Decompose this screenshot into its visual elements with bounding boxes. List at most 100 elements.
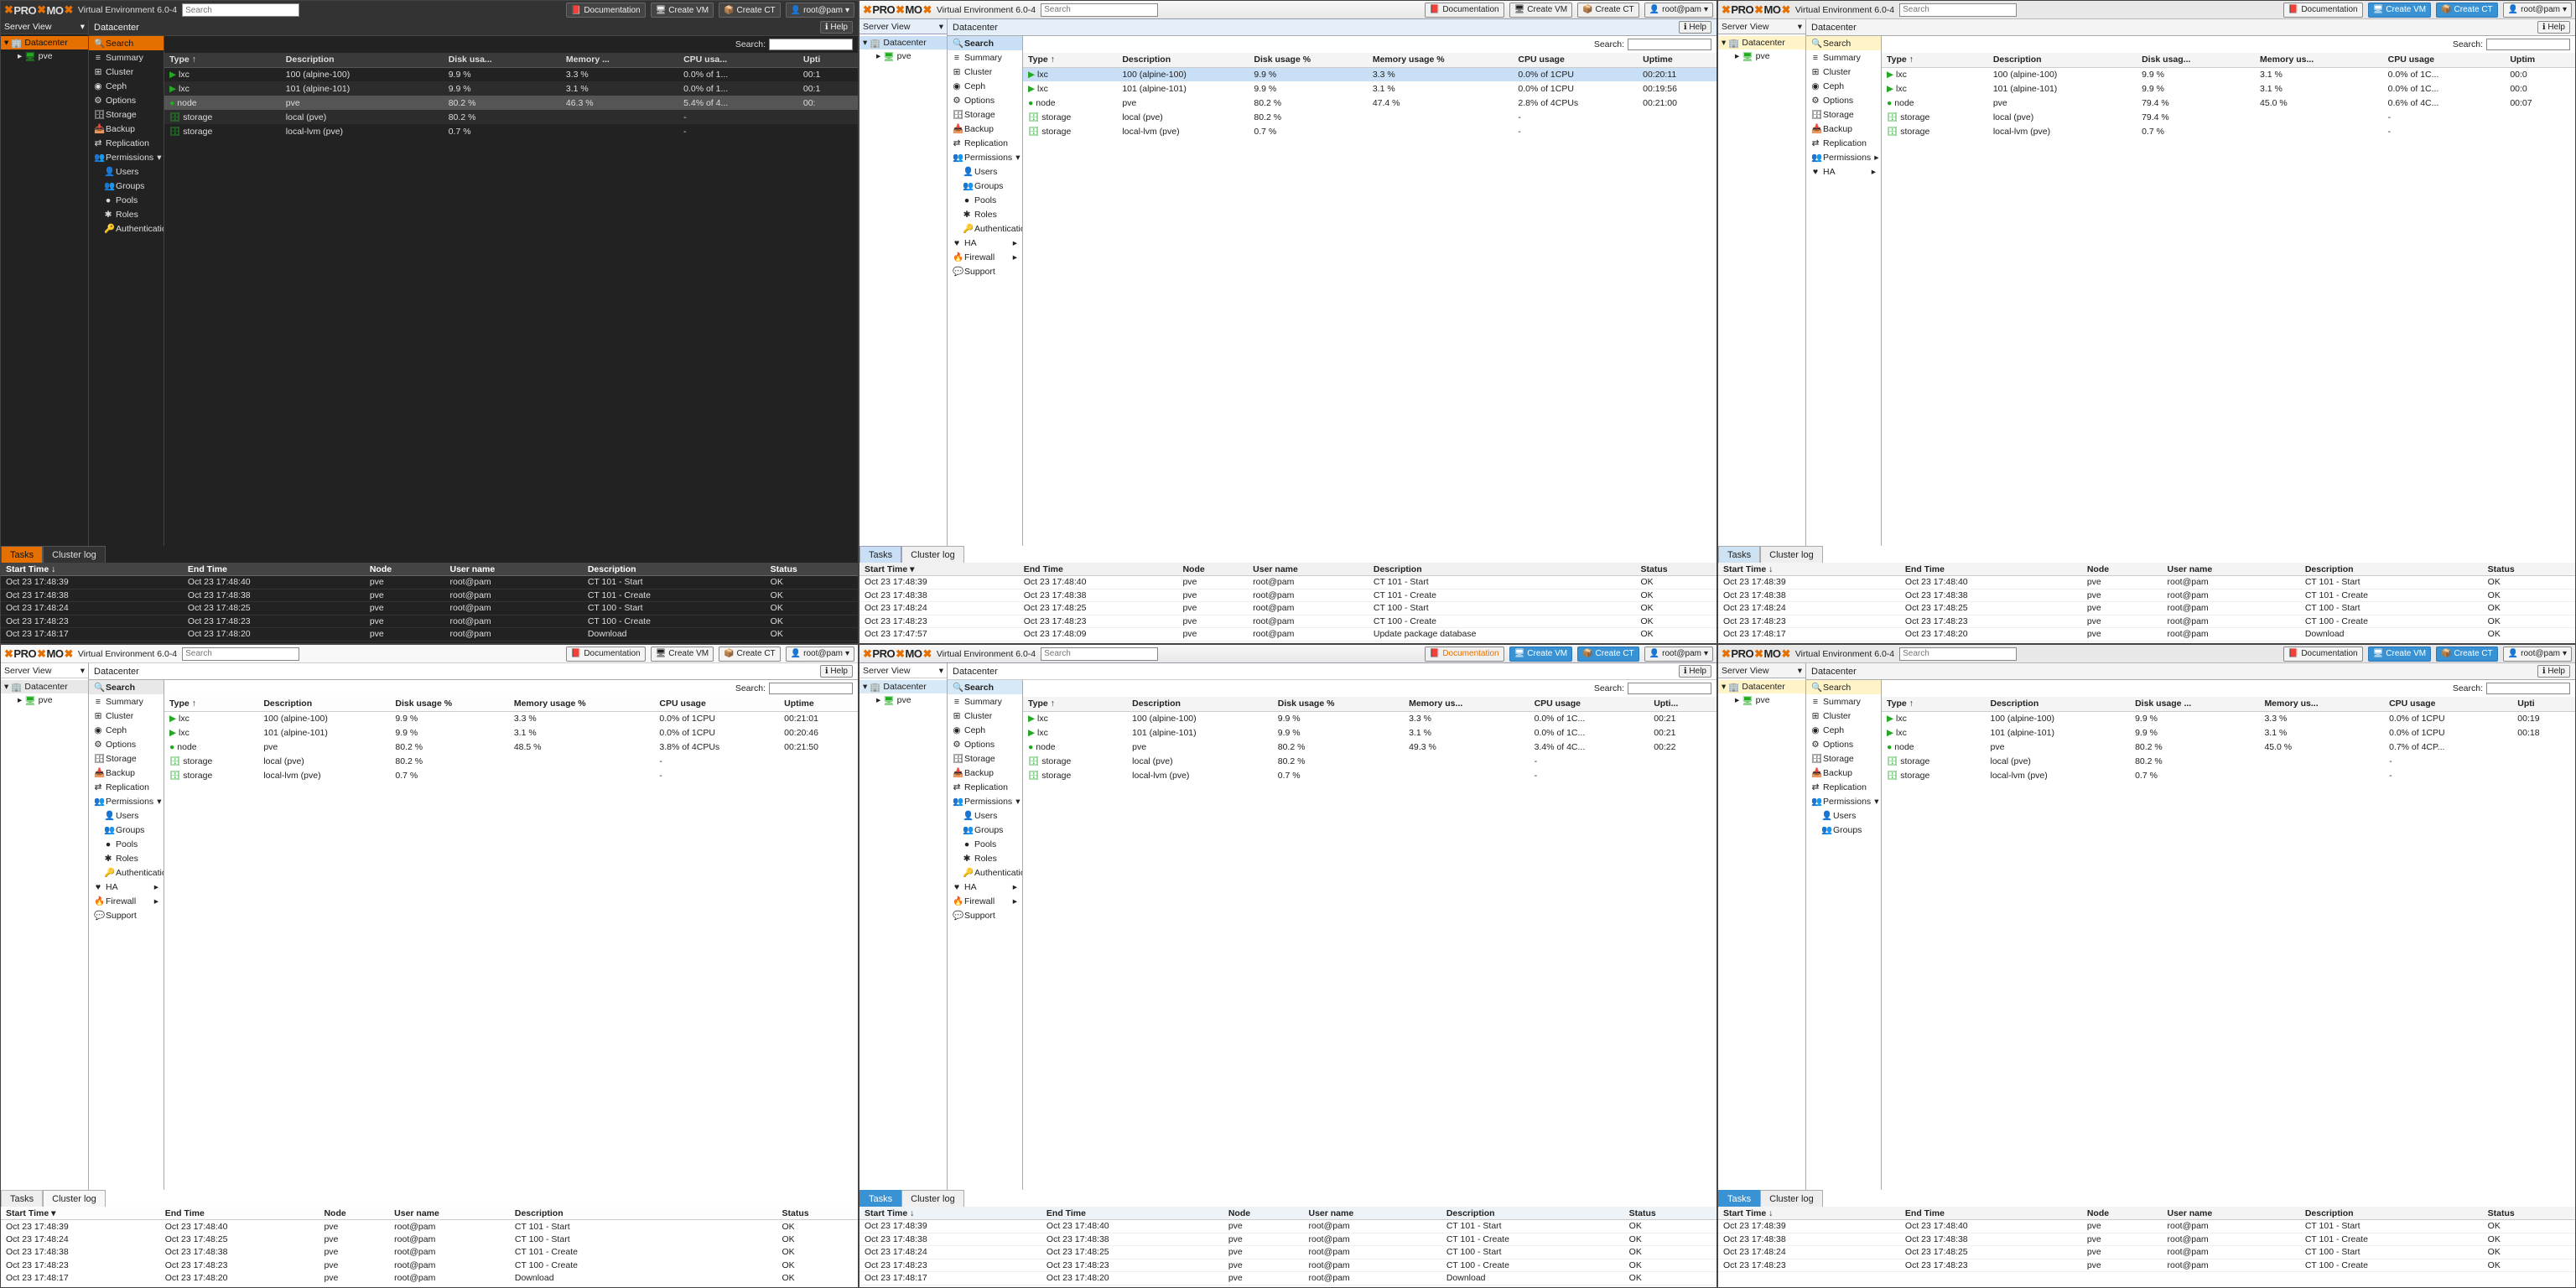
table-row[interactable]: 🗄 storagelocal-lvm (pve)0.7 %-	[164, 768, 858, 782]
tab-cluster-log[interactable]: Cluster log	[43, 546, 106, 563]
col-3[interactable]: Memory usage %	[1368, 53, 1514, 67]
menu-search[interactable]: 🔍Search	[89, 36, 164, 50]
menu-support[interactable]: 💬Support	[948, 908, 1022, 922]
menu-authentication[interactable]: 🔑Authentication	[948, 865, 1022, 880]
log-row[interactable]: Oct 23 17:48:39Oct 23 17:48:40pveroot@pa…	[1718, 1220, 2575, 1233]
menu-search[interactable]: 🔍Search	[948, 36, 1022, 50]
col-5[interactable]: Uptim	[2505, 53, 2575, 67]
create-ct-button[interactable]: 📦Create CT	[1577, 3, 1639, 18]
view-selector[interactable]: Server View▾	[860, 663, 947, 678]
log-row[interactable]: Oct 23 17:48:24Oct 23 17:48:25pveroot@pa…	[1, 602, 858, 615]
log-row[interactable]: Oct 23 17:48:23Oct 23 17:48:23pveroot@pa…	[860, 615, 1716, 628]
table-row[interactable]: ▶ lxc101 (alpine-101)9.9 %3.1 %0.0% of 1…	[1882, 81, 2575, 96]
menu-roles[interactable]: ✱Roles	[89, 851, 164, 865]
log-row[interactable]: Oct 23 17:48:39Oct 23 17:48:40pveroot@pa…	[860, 1220, 1716, 1233]
table-row[interactable]: ▶ lxc100 (alpine-100)9.9 %3.3 %0.0% of 1…	[1023, 711, 1716, 725]
tab-cluster-log[interactable]: Cluster log	[1760, 1190, 1823, 1207]
log-row[interactable]: Oct 23 17:47:57Oct 23 17:48:09pveroot@pa…	[860, 628, 1716, 641]
menu-backup[interactable]: 📥Backup	[948, 766, 1022, 780]
menu-permissions[interactable]: 👥Permissions ▾	[89, 150, 164, 164]
log-col-1[interactable]: End Time	[1041, 1207, 1223, 1220]
log-row[interactable]: Oct 23 17:48:24Oct 23 17:48:25pveroot@pa…	[1718, 1246, 2575, 1259]
menu-storage[interactable]: 🗄Storage	[948, 107, 1022, 122]
tab-tasks[interactable]: Tasks	[860, 1190, 901, 1207]
menu-storage[interactable]: 🗄Storage	[948, 751, 1022, 766]
help-button[interactable]: ℹ Help	[1679, 21, 1711, 34]
create-vm-button[interactable]: 🖥Create VM	[651, 647, 714, 662]
table-row[interactable]: 🗄 storagelocal-lvm (pve)0.7 %-	[1023, 768, 1716, 782]
menu-storage[interactable]: 🗄Storage	[89, 751, 164, 766]
tree-node-pve[interactable]: ▸🖥pve	[860, 49, 947, 63]
menu-storage[interactable]: 🗄Storage	[1806, 107, 1881, 122]
log-row[interactable]: Oct 23 17:48:17Oct 23 17:48:20pveroot@pa…	[1718, 628, 2575, 641]
col-2[interactable]: Disk usa...	[444, 53, 561, 67]
col-4[interactable]: CPU usage	[1513, 53, 1638, 67]
create-ct-button[interactable]: 📦Create CT	[2436, 647, 2498, 662]
tab-tasks[interactable]: Tasks	[1, 1190, 43, 1207]
table-row[interactable]: ▶ lxc100 (alpine-100)9.9 %3.3 %0.0% of 1…	[164, 711, 858, 725]
log-col-2[interactable]: Node	[1223, 1207, 1304, 1220]
menu-replication[interactable]: ⇄Replication	[1806, 780, 1881, 794]
table-row[interactable]: ▶ lxc101 (alpine-101)9.9 %3.1 %0.0% of 1…	[164, 725, 858, 740]
col-3[interactable]: Memory usage %	[509, 697, 655, 711]
view-selector[interactable]: Server View▾	[1718, 663, 1805, 678]
menu-ceph[interactable]: ◉Ceph	[948, 723, 1022, 737]
log-row[interactable]: Oct 23 17:48:38Oct 23 17:48:38pveroot@pa…	[860, 589, 1716, 602]
menu-search[interactable]: 🔍Search	[1806, 36, 1881, 50]
menu-authentication[interactable]: 🔑Authentication	[948, 221, 1022, 236]
log-col-4[interactable]: Description	[2300, 563, 2483, 576]
tree-node-pve[interactable]: ▸🖥pve	[860, 693, 947, 707]
menu-groups[interactable]: 👥Groups	[89, 823, 164, 837]
log-col-2[interactable]: Node	[319, 1207, 389, 1220]
help-button[interactable]: ℹ Help	[2537, 21, 2570, 34]
col-3[interactable]: Memory ...	[561, 53, 678, 67]
menu-permissions[interactable]: 👥Permissions ▾	[89, 794, 164, 808]
tree-datacenter[interactable]: ▾🏢Datacenter	[1, 680, 88, 693]
log-col-3[interactable]: User name	[1304, 1207, 1441, 1220]
col-3[interactable]: Memory us...	[1404, 697, 1529, 711]
menu-users[interactable]: 👤Users	[89, 164, 164, 179]
col-0[interactable]: Type ↑	[1882, 53, 1988, 67]
create-vm-button[interactable]: 🖥Create VM	[2368, 647, 2432, 662]
log-row[interactable]: Oct 23 17:48:24Oct 23 17:48:25pveroot@pa…	[1718, 602, 2575, 615]
menu-cluster[interactable]: ⊞Cluster	[1806, 65, 1881, 79]
menu-search[interactable]: 🔍Search	[1806, 680, 1881, 694]
menu-firewall[interactable]: 🔥Firewall ▸	[948, 250, 1022, 264]
menu-options[interactable]: ⚙Options	[89, 737, 164, 751]
menu-search[interactable]: 🔍Search	[948, 680, 1022, 694]
menu-groups[interactable]: 👥Groups	[948, 179, 1022, 193]
menu-summary[interactable]: ≡Summary	[948, 50, 1022, 65]
log-col-5[interactable]: Status	[766, 563, 858, 576]
log-col-3[interactable]: User name	[2163, 1207, 2300, 1220]
content-search-input[interactable]	[1628, 683, 1711, 694]
tree-datacenter[interactable]: ▾🏢Datacenter	[860, 36, 947, 49]
log-row[interactable]: Oct 23 17:48:23Oct 23 17:48:23pveroot@pa…	[860, 1259, 1716, 1272]
create-ct-button[interactable]: 📦Create CT	[1577, 647, 1639, 662]
log-col-0[interactable]: Start Time ▾	[1, 1207, 160, 1220]
content-search-input[interactable]	[2486, 683, 2570, 694]
menu-users[interactable]: 👤Users	[948, 164, 1022, 179]
log-col-4[interactable]: Description	[583, 563, 766, 576]
log-col-0[interactable]: Start Time ↓	[1, 563, 183, 576]
tree-node-pve[interactable]: ▸🖥pve	[1, 693, 88, 707]
table-row[interactable]: 🗄 storagelocal (pve)80.2 %-	[1023, 754, 1716, 768]
col-1[interactable]: Description	[258, 697, 390, 711]
tab-cluster-log[interactable]: Cluster log	[1760, 546, 1823, 563]
menu-pools[interactable]: ●Pools	[948, 193, 1022, 207]
log-row[interactable]: Oct 23 17:48:38Oct 23 17:48:38pveroot@pa…	[1, 589, 858, 602]
tree-node-pve[interactable]: ▸🖥pve	[1718, 49, 1805, 63]
log-col-0[interactable]: Start Time ↓	[1718, 1207, 1900, 1220]
log-row[interactable]: Oct 23 17:47:49pveroot@pamStart all VMs …	[860, 641, 1716, 643]
table-row[interactable]: 🗄 storagelocal-lvm (pve)0.7 %-	[1882, 768, 2575, 782]
log-col-2[interactable]: Node	[1177, 563, 1248, 576]
user-menu-button[interactable]: 👤root@pam▾	[2503, 647, 2572, 662]
menu-summary[interactable]: ≡Summary	[1806, 694, 1881, 709]
log-row[interactable]: Oct 23 17:48:23Oct 23 17:48:23pveroot@pa…	[1718, 615, 2575, 628]
menu-permissions[interactable]: 👥Permissions ▾	[1806, 794, 1881, 808]
log-col-0[interactable]: Start Time ▾	[860, 563, 1019, 576]
table-row[interactable]: 🗄 storagelocal-lvm (pve)0.7 %-	[1023, 124, 1716, 138]
col-2[interactable]: Disk usage %	[390, 697, 508, 711]
menu-groups[interactable]: 👥Groups	[89, 179, 164, 193]
col-2[interactable]: Disk usag...	[2137, 53, 2255, 67]
table-row[interactable]: ● nodepve80.2 %45.0 %0.7% of 4CP...	[1882, 740, 2575, 754]
